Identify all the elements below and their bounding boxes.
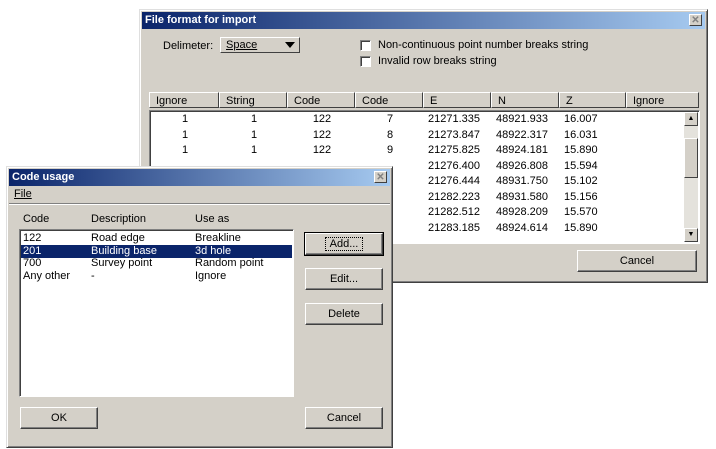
list-item-description: Road edge	[91, 232, 145, 244]
column-header-e[interactable]: E	[423, 92, 491, 108]
table-cell-z: 15.890	[564, 144, 598, 156]
column-header-z[interactable]: Z	[559, 92, 626, 108]
column-header-code[interactable]: Code	[287, 92, 355, 108]
invalid-row-checkbox[interactable]	[360, 56, 371, 67]
description-header: Description	[91, 213, 147, 225]
table-cell-n: 48931.750	[496, 175, 548, 187]
table-row[interactable]: 1 1 122 7 21271.335 48921.933 16.007	[150, 113, 685, 128]
list-item-code: 201	[23, 244, 42, 257]
list-item[interactable]: 122 Road edge Breakline	[21, 232, 292, 245]
add-button-label: Add...	[324, 237, 364, 251]
table-cell-e: 21271.335	[428, 113, 480, 125]
table-cell-z: 15.102	[564, 175, 598, 187]
list-item-description: -	[91, 269, 95, 282]
table-cell-point: 1	[250, 144, 258, 156]
delete-button[interactable]: Delete	[305, 303, 383, 325]
column-header-row: Ignore String Code Code E N Z Ignore	[149, 92, 699, 108]
table-cell-string: 1	[181, 113, 189, 125]
table-cell-code2: 8	[386, 128, 394, 141]
menu-bar: File	[9, 187, 390, 204]
import-dialog-title: File format for import	[145, 14, 257, 26]
table-cell-z: 15.594	[564, 159, 598, 172]
chevron-down-icon	[285, 42, 295, 48]
scroll-thumb[interactable]	[684, 138, 698, 178]
import-cancel-button[interactable]: Cancel	[577, 250, 697, 272]
code-header: Code	[23, 213, 50, 225]
noncontinuous-label[interactable]: Non-continuous point number breaks strin…	[378, 39, 588, 51]
list-item[interactable]: 201 Building base 3d hole	[21, 244, 292, 258]
table-cell-code2: 9	[386, 144, 394, 156]
code-usage-titlebar[interactable]: Code usage ✕	[9, 169, 390, 186]
delimiter-label: Delimeter:	[163, 40, 214, 52]
column-header-ignore-2[interactable]: Ignore	[626, 92, 699, 108]
code-usage-dialog: Code usage ✕ File Code Description Use a…	[6, 166, 393, 448]
menu-file[interactable]: File	[14, 188, 32, 200]
edit-button[interactable]: Edit...	[305, 268, 383, 290]
table-cell-n: 48926.808	[496, 159, 548, 172]
table-cell-code1: 122	[312, 144, 332, 156]
scroll-up-icon[interactable]: ▲	[684, 112, 698, 126]
delimiter-select[interactable]: Space	[220, 37, 300, 53]
column-header-ignore[interactable]: Ignore	[149, 92, 219, 108]
list-item-description: Survey point	[91, 257, 153, 269]
table-cell-e: 21275.825	[428, 144, 480, 156]
table-cell-n: 48928.209	[496, 206, 548, 218]
table-row[interactable]: 1 1 122 8 21273.847 48922.317 16.031	[150, 129, 685, 144]
table-cell-z: 16.007	[564, 113, 598, 125]
table-cell-z: 16.031	[564, 128, 598, 141]
table-cell-z: 15.890	[564, 221, 598, 234]
use-as-header: Use as	[195, 213, 230, 225]
table-cell-n: 48921.933	[496, 113, 548, 125]
list-item-code: 700	[23, 257, 42, 269]
table-cell-e: 21282.512	[428, 206, 480, 218]
add-button[interactable]: Add...	[304, 232, 384, 256]
code-list[interactable]: 122 Road edge Breakline 201 Building base 3d …	[19, 229, 294, 397]
close-icon[interactable]: ✕	[374, 171, 387, 183]
code-usage-title: Code usage	[12, 171, 75, 183]
code-cancel-button[interactable]: Cancel	[305, 407, 383, 429]
list-item[interactable]: Any other - Ignore	[21, 270, 292, 283]
column-header-n[interactable]: N	[491, 92, 559, 108]
list-item-code: 122	[23, 232, 42, 244]
table-row[interactable]: 1 1 122 9 21275.825 48924.181 15.890	[150, 144, 685, 159]
list-item-code: Any other	[23, 269, 71, 282]
table-cell-z: 15.570	[564, 206, 598, 218]
table-cell-point: 1	[250, 113, 258, 125]
invalid-row-label[interactable]: Invalid row breaks string	[378, 55, 497, 67]
table-cell-e: 21283.185	[428, 221, 480, 234]
delimiter-select-value: Space	[226, 39, 258, 51]
list-item-use-as: Ignore	[195, 269, 227, 282]
table-cell-point: 1	[250, 128, 258, 141]
table-cell-code1: 122	[312, 113, 332, 125]
column-header-code-2[interactable]: Code	[355, 92, 423, 108]
table-cell-n: 48922.317	[496, 128, 548, 141]
table-cell-n: 48924.614	[496, 221, 548, 234]
close-icon[interactable]: ✕	[689, 14, 702, 26]
list-item-description: Building base	[91, 244, 158, 257]
list-item-use-as: 3d hole	[195, 244, 232, 257]
noncontinuous-checkbox[interactable]	[360, 40, 371, 51]
scroll-down-icon[interactable]: ▼	[684, 228, 698, 242]
table-cell-z: 15.156	[564, 190, 598, 203]
table-cell-e: 21276.444	[428, 175, 480, 187]
table-cell-e: 21276.400	[428, 159, 480, 172]
column-header-string[interactable]: String	[219, 92, 287, 108]
table-cell-code1: 122	[312, 128, 332, 141]
table-cell-e: 21273.847	[428, 128, 480, 141]
list-item-use-as: Breakline	[195, 232, 241, 244]
table-cell-n: 48931.580	[496, 190, 548, 203]
list-item[interactable]: 700 Survey point Random point	[21, 257, 292, 270]
table-cell-string: 1	[181, 144, 189, 156]
vertical-scrollbar[interactable]: ▲ ▼	[684, 112, 698, 242]
list-item-use-as: Random point	[195, 257, 264, 269]
table-cell-n: 48924.181	[496, 144, 548, 156]
table-cell-string: 1	[181, 128, 189, 141]
table-cell-code2: 7	[386, 113, 394, 125]
ok-button[interactable]: OK	[20, 407, 98, 429]
import-dialog-titlebar[interactable]: File format for import ✕	[142, 12, 705, 29]
table-cell-e: 21282.223	[428, 190, 480, 203]
